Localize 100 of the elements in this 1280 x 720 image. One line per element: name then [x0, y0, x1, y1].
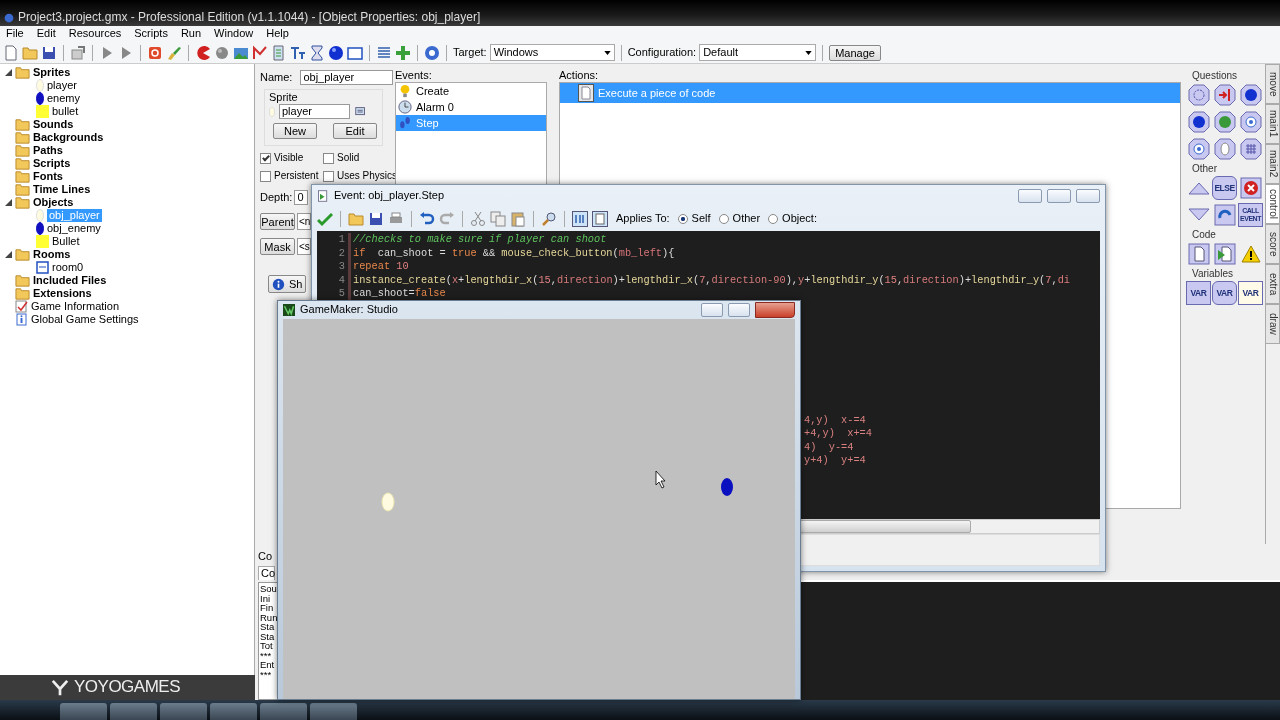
checkmark-icon[interactable]	[317, 211, 333, 227]
console-tab[interactable]: Co	[258, 565, 275, 580]
taskbar-button[interactable]	[60, 703, 107, 720]
event-item[interactable]: Create	[396, 83, 546, 100]
copy-icon[interactable]	[490, 211, 506, 227]
side-tab[interactable]: extra	[1266, 264, 1280, 304]
tree-item[interactable]: Game Information	[31, 299, 120, 314]
var-action[interactable]: VAR	[1238, 281, 1263, 305]
paste-icon[interactable]	[510, 211, 526, 227]
export-icon[interactable]	[70, 44, 86, 61]
tree-item[interactable]: Backgrounds	[33, 130, 104, 145]
exit-arrow-icon[interactable]	[1214, 84, 1236, 106]
tree-item[interactable]: bullet	[52, 104, 79, 119]
tree-item[interactable]: Sounds	[33, 117, 74, 132]
sprite-field[interactable]: player	[279, 104, 350, 120]
radio-option[interactable]: Object:	[768, 212, 817, 226]
minimize-button[interactable]	[1018, 189, 1042, 203]
side-tab[interactable]: score	[1266, 224, 1280, 264]
code-page-icon[interactable]	[1188, 243, 1210, 265]
undo-icon[interactable]	[419, 211, 435, 227]
maximize-button[interactable]	[1047, 189, 1071, 203]
taskbar-button[interactable]	[260, 703, 307, 720]
list-icon[interactable]	[376, 44, 392, 61]
taskbar-button[interactable]	[160, 703, 207, 720]
taskbar-button[interactable]	[110, 703, 157, 720]
tree-item[interactable]: Fonts	[33, 169, 63, 184]
repeat-icon[interactable]	[1214, 204, 1236, 226]
parent-field[interactable]: <n	[297, 213, 311, 231]
tree-item[interactable]: obj_enemy	[47, 221, 101, 236]
side-tab[interactable]: move	[1266, 64, 1280, 104]
script-icon[interactable]	[271, 44, 287, 61]
ball-icon[interactable]	[328, 44, 344, 61]
plus-icon[interactable]	[395, 44, 411, 61]
minimize-button[interactable]	[701, 303, 723, 317]
tree-item[interactable]: Sprites	[33, 65, 71, 80]
brush-icon[interactable]	[166, 44, 182, 61]
collapse-arrow-icon[interactable]	[5, 251, 12, 258]
tree-item[interactable]: Scripts	[33, 156, 71, 171]
close-button[interactable]	[755, 302, 795, 318]
new-button[interactable]: New	[273, 123, 317, 140]
mask-field[interactable]: <s	[297, 238, 311, 256]
else-action[interactable]: ELSE	[1212, 176, 1237, 200]
page-icon[interactable]	[3, 44, 19, 61]
help-icon[interactable]	[1240, 111, 1262, 133]
menu-item[interactable]: Scripts	[134, 27, 168, 41]
tree-item[interactable]: Rooms	[33, 247, 71, 262]
scrollbar-thumb[interactable]	[799, 520, 971, 533]
tree-item[interactable]: Extensions	[33, 286, 92, 301]
tree-item[interactable]: Time Lines	[33, 182, 91, 197]
tree-item[interactable]: Objects	[33, 195, 74, 210]
warning-icon[interactable]	[1240, 243, 1262, 265]
configuration-dropdown[interactable]: Default	[699, 44, 817, 61]
tree-item[interactable]: Global Game Settings	[31, 312, 139, 327]
parent-button[interactable]: Parent	[260, 213, 295, 231]
menu-item[interactable]: Resources	[68, 27, 122, 41]
toggle-icon[interactable]	[572, 211, 588, 227]
tree-item[interactable]: Paths	[33, 143, 63, 158]
target-dropdown[interactable]: Windows	[489, 44, 615, 61]
event-item[interactable]: Alarm 0	[396, 99, 546, 116]
run-code-icon[interactable]	[1214, 243, 1236, 265]
save-icon[interactable]	[41, 44, 57, 61]
manage-button[interactable]: Manage	[829, 44, 881, 61]
mask-button[interactable]: Mask	[260, 238, 295, 256]
close-button[interactable]	[1076, 189, 1100, 203]
menu-item[interactable]: Edit	[36, 27, 56, 41]
mouse-icon[interactable]	[1214, 138, 1236, 160]
collapse-arrow-icon[interactable]	[5, 69, 12, 76]
maximize-button[interactable]	[728, 303, 750, 317]
tree-item[interactable]: enemy	[47, 91, 81, 106]
menu-item[interactable]: Help	[266, 27, 289, 41]
depth-field[interactable]: 0	[294, 190, 309, 206]
side-tab[interactable]: draw	[1266, 304, 1280, 344]
side-tab[interactable]: main2	[1266, 144, 1280, 184]
show-button[interactable]: Sh	[268, 275, 307, 294]
tree-item[interactable]: room0	[52, 260, 84, 275]
menu-item[interactable]: File	[6, 27, 24, 41]
toggle-icon[interactable]	[592, 211, 608, 227]
tree-item[interactable]: player	[47, 78, 77, 93]
dice-icon[interactable]	[1214, 111, 1236, 133]
checkbox[interactable]	[260, 152, 271, 164]
var-action[interactable]: VAR	[1212, 281, 1237, 305]
tree-item[interactable]: Bullet	[52, 234, 80, 249]
grid-icon[interactable]	[1240, 138, 1262, 160]
save-icon[interactable]	[368, 211, 384, 227]
checkbox[interactable]	[323, 170, 334, 182]
side-tab[interactable]: control	[1266, 184, 1280, 224]
window-icon[interactable]	[347, 44, 363, 61]
side-tab[interactable]: main1	[1266, 104, 1280, 144]
menu-item[interactable]: Window	[214, 27, 254, 41]
font-icon[interactable]	[290, 44, 306, 61]
pacman-icon[interactable]	[195, 44, 211, 61]
edit-button[interactable]: Edit	[333, 123, 377, 140]
help-icon[interactable]	[1188, 138, 1210, 160]
path-icon[interactable]	[252, 44, 268, 61]
tree-item[interactable]: Included Files	[33, 273, 107, 288]
name-field[interactable]: obj_player	[300, 70, 393, 85]
radio-option[interactable]: Self	[677, 212, 711, 226]
hourglass-icon[interactable]	[309, 44, 325, 61]
checkbox[interactable]	[260, 170, 271, 182]
taskbar-button[interactable]	[210, 703, 257, 720]
